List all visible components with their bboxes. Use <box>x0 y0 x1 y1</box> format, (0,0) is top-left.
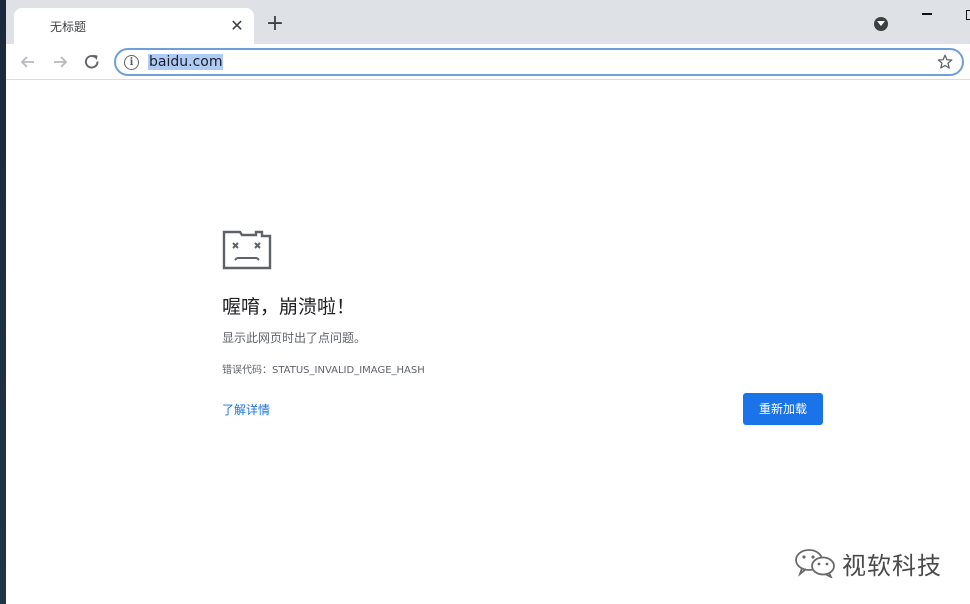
maximize-window-icon[interactable] <box>966 10 970 20</box>
reload-icon[interactable] <box>82 52 102 72</box>
watermark-text: 视软科技 <box>842 552 942 580</box>
wechat-icon <box>794 548 836 582</box>
error-heading: 喔唷，崩溃啦！ <box>222 296 356 318</box>
browser-toolbar: baidu.com <box>6 44 970 80</box>
address-bar[interactable]: baidu.com <box>114 48 964 76</box>
info-icon[interactable] <box>124 55 139 70</box>
learn-more-link[interactable]: 了解详情 <box>222 401 270 418</box>
error-code: 错误代码：STATUS_INVALID_IMAGE_HASH <box>222 365 425 376</box>
new-tab-button[interactable]: + <box>264 13 286 36</box>
url-input[interactable]: baidu.com <box>148 54 224 70</box>
error-description: 显示此网页时出了点问题。 <box>222 331 367 345</box>
forward-arrow-icon[interactable] <box>50 52 70 72</box>
tab-title: 无标题 <box>50 20 87 34</box>
tab-close-icon[interactable]: ✕ <box>228 17 246 35</box>
watermark: 视软科技 <box>794 544 954 580</box>
back-arrow-icon[interactable] <box>18 52 38 72</box>
tab-bar: 无标题 ✕ + <box>6 0 970 44</box>
tab-search-icon[interactable] <box>874 17 888 31</box>
desktop-edge <box>0 0 6 604</box>
active-tab[interactable]: 无标题 ✕ <box>14 8 254 44</box>
sad-tab-icon <box>222 228 272 274</box>
reload-button[interactable]: 重新加载 <box>743 393 823 425</box>
star-icon[interactable] <box>936 53 954 71</box>
minimize-window-icon[interactable] <box>922 13 932 15</box>
